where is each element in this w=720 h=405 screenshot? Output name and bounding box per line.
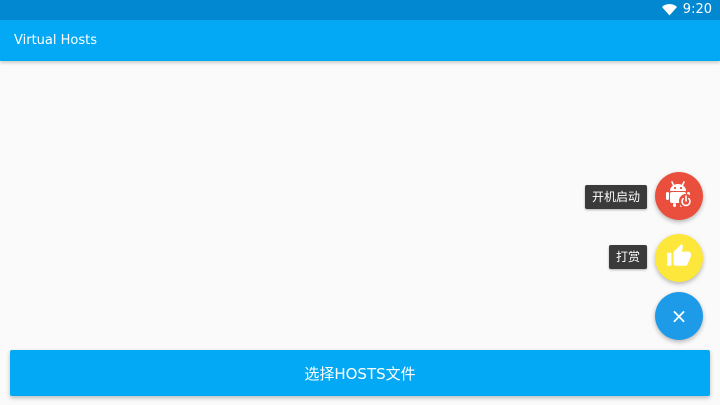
thumbs-up-icon [666,243,692,273]
boot-start-fab[interactable] [655,172,703,220]
select-hosts-file-button[interactable]: 选择HOSTS文件 [10,350,710,396]
android-power-icon [664,179,694,213]
fab-label-boot-start[interactable]: 开机启动 [584,185,647,209]
fab-label-tip[interactable]: 打赏 [608,245,647,269]
tip-fab[interactable] [655,234,703,282]
app-title: Virtual Hosts [14,33,97,48]
status-bar: 9:20 [0,0,720,20]
app-bar: Virtual Hosts [0,20,720,61]
status-time: 9:20 [682,2,712,17]
close-icon: × [670,304,688,328]
status-icons: 9:20 [661,0,712,20]
fab-menu-toggle[interactable]: × [655,292,703,340]
wifi-icon [661,1,677,20]
